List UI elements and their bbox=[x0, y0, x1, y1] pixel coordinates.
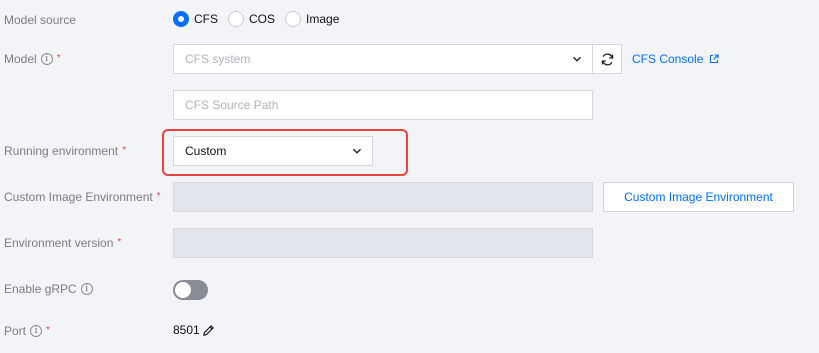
radio-cos[interactable]: COS bbox=[228, 11, 275, 27]
required-mark: * bbox=[117, 237, 122, 248]
model-label: Model i * bbox=[4, 52, 61, 66]
required-mark: * bbox=[56, 53, 61, 64]
cfs-source-path-placeholder: CFS Source Path bbox=[185, 98, 279, 112]
info-icon[interactable]: i bbox=[40, 53, 53, 65]
custom-image-environment-button-label[interactable]: Custom Image Environment bbox=[624, 190, 773, 204]
radio-image-indicator[interactable] bbox=[285, 11, 302, 27]
enable-grpc-label-text: Enable gRPC bbox=[4, 282, 77, 296]
running-environment-label-text: Running environment bbox=[4, 144, 119, 158]
required-mark: * bbox=[46, 325, 50, 336]
cfs-console-link[interactable]: CFS Console bbox=[632, 52, 719, 66]
port-label-text: Port bbox=[4, 324, 27, 338]
toggle-knob[interactable] bbox=[175, 282, 191, 298]
external-link-icon bbox=[710, 54, 719, 64]
model-select-placeholder: CFS system bbox=[185, 52, 251, 66]
model-source-radio-group: CFS COS Image bbox=[173, 11, 349, 27]
info-icon[interactable]: i bbox=[30, 325, 43, 337]
custom-image-environment-button[interactable]: Custom Image Environment bbox=[603, 182, 794, 212]
running-environment-select[interactable]: Custom bbox=[173, 136, 373, 166]
port-label: Port i * bbox=[4, 324, 50, 338]
refresh-icon bbox=[601, 53, 613, 65]
cfs-source-path-input[interactable]: CFS Source Path bbox=[173, 90, 593, 120]
environment-version-label: Environment version * bbox=[4, 236, 121, 250]
port-value: 8501 bbox=[173, 323, 215, 337]
cfs-console-link-text[interactable]: CFS Console bbox=[632, 52, 703, 66]
edit-pencil-icon[interactable] bbox=[202, 324, 215, 337]
chevron-down-icon bbox=[573, 56, 581, 62]
enable-grpc-toggle[interactable] bbox=[173, 280, 208, 300]
radio-cfs-indicator[interactable] bbox=[173, 11, 189, 27]
required-mark: * bbox=[122, 145, 126, 156]
deployment-form: Model source CFS COS Image Model i * CFS… bbox=[0, 0, 819, 353]
required-mark: * bbox=[156, 191, 161, 202]
radio-cfs[interactable]: CFS bbox=[173, 11, 218, 27]
radio-cfs-label[interactable]: CFS bbox=[194, 12, 218, 26]
port-value-text: 8501 bbox=[173, 323, 200, 337]
environment-version-label-text: Environment version bbox=[4, 236, 114, 250]
chevron-down-icon bbox=[353, 148, 361, 154]
model-label-text: Model bbox=[4, 52, 37, 66]
radio-cos-label[interactable]: COS bbox=[249, 12, 275, 26]
radio-cos-indicator[interactable] bbox=[228, 11, 244, 27]
custom-image-environment-label-text: Custom Image Environment bbox=[4, 190, 153, 204]
radio-image[interactable]: Image bbox=[285, 11, 339, 27]
custom-image-environment-label: Custom Image Environment * bbox=[4, 190, 161, 204]
refresh-button[interactable] bbox=[592, 44, 622, 74]
environment-version-input bbox=[173, 228, 593, 258]
model-source-label-text: Model source bbox=[4, 13, 77, 27]
model-select[interactable]: CFS system bbox=[173, 44, 593, 74]
enable-grpc-label: Enable gRPC i bbox=[4, 282, 93, 296]
custom-image-environment-input bbox=[173, 182, 593, 212]
model-source-label: Model source bbox=[4, 13, 76, 27]
running-environment-value: Custom bbox=[185, 144, 227, 158]
radio-image-label[interactable]: Image bbox=[306, 12, 339, 26]
running-environment-label: Running environment * bbox=[4, 144, 126, 158]
info-icon[interactable]: i bbox=[80, 283, 93, 295]
